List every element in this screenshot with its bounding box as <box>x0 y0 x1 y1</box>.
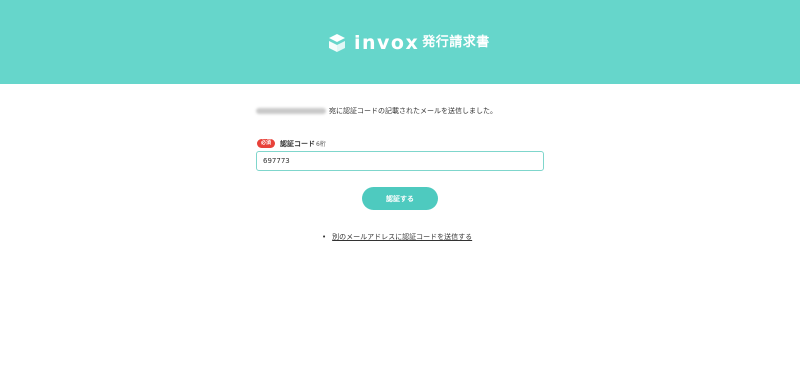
sent-message: 宛に認証コードの記載されたメールを送信しました。 <box>256 105 497 117</box>
resend-link-item: • 別のメールアドレスに認証コードを送信する <box>322 231 472 243</box>
sent-message-text: 宛に認証コードの記載されたメールを送信しました。 <box>329 107 497 115</box>
resend-other-email-link[interactable]: 別のメールアドレスに認証コードを送信する <box>332 232 472 242</box>
verify-button[interactable]: 認証する <box>362 187 438 210</box>
app-logo[interactable]: invox 発行請求書 <box>326 31 490 55</box>
verification-code-input[interactable] <box>256 151 544 171</box>
cube-logo-icon <box>329 34 345 52</box>
required-badge: 必須 <box>257 139 276 148</box>
header-bar: invox 発行請求書 <box>0 0 800 84</box>
code-length-hint: 6桁 <box>316 141 326 148</box>
brand-name: invox <box>354 32 420 54</box>
bullet-icon: • <box>322 233 327 241</box>
product-name: 発行請求書 <box>422 35 490 50</box>
code-label: 認証コード <box>280 139 316 148</box>
code-field-label: 必須 認証コード 6桁 <box>257 138 326 149</box>
masked-email <box>256 108 326 114</box>
